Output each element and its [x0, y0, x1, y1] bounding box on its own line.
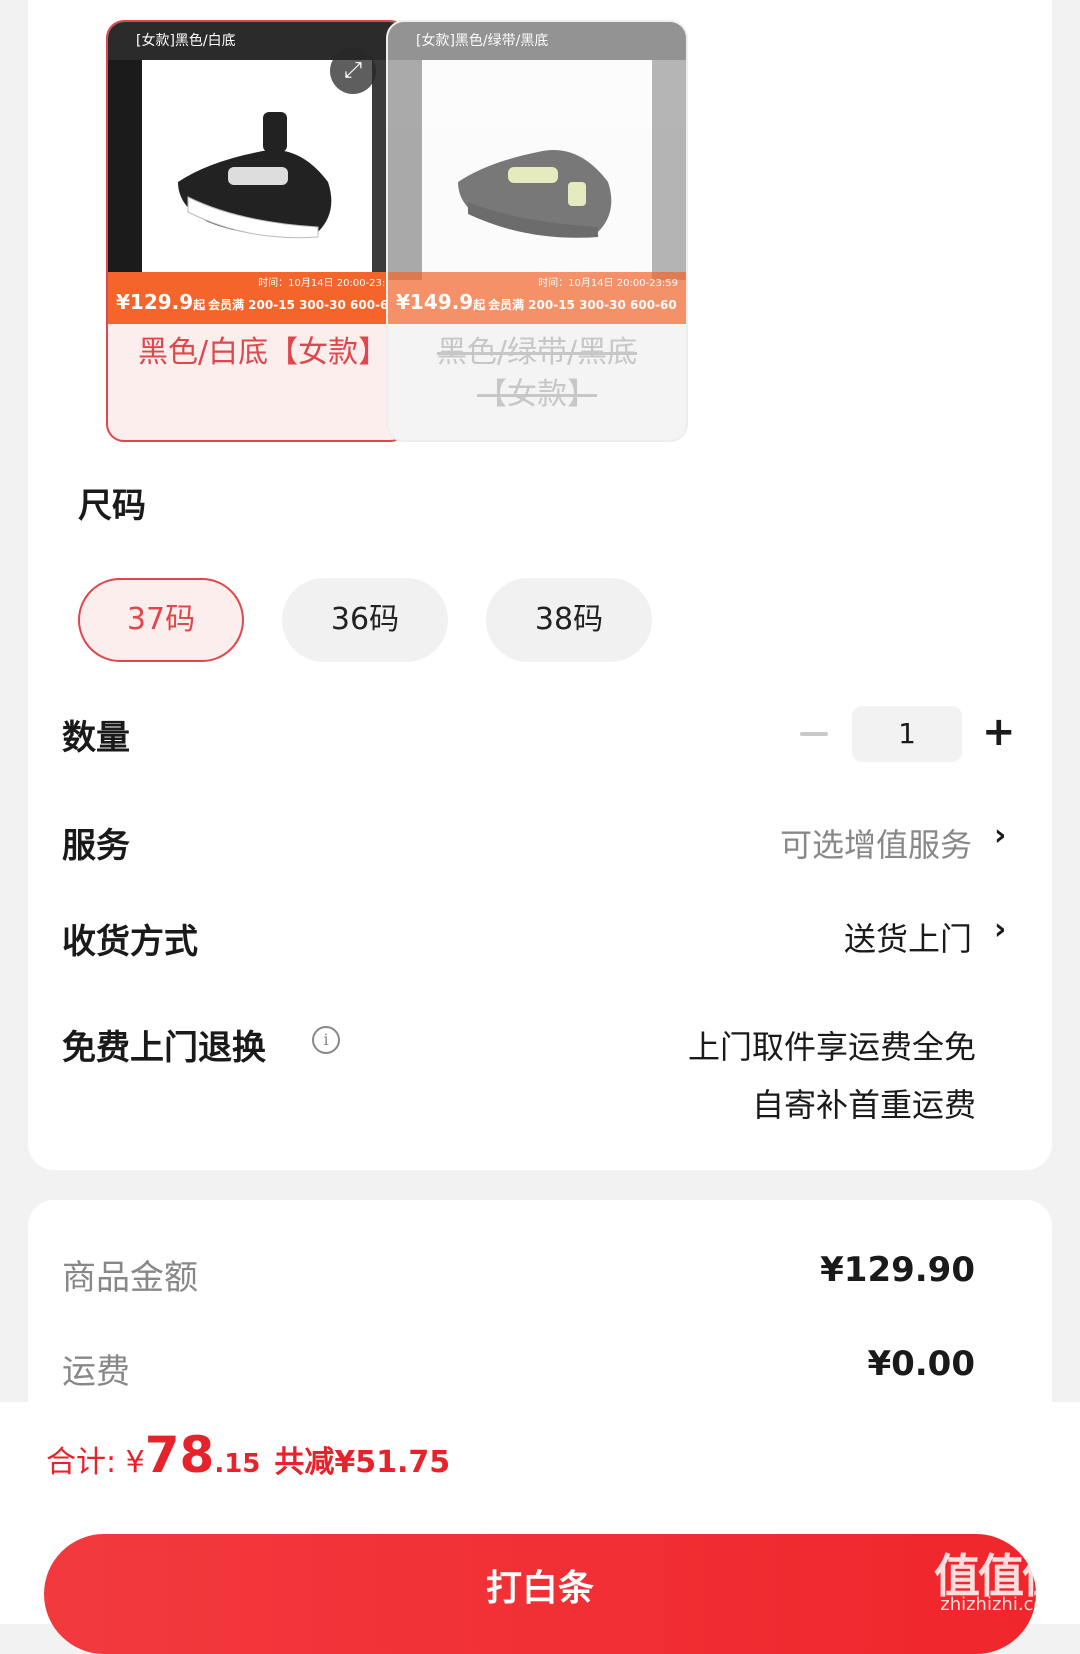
delivery-label: 收货方式 — [62, 922, 198, 962]
size-title: 尺码 — [78, 486, 146, 526]
chevron-right-icon[interactable]: › — [994, 912, 1006, 947]
expand-icon[interactable]: ⤢ — [330, 48, 376, 94]
size-option-37[interactable]: 37码 — [78, 578, 244, 662]
shipping-value: ¥0.00 — [867, 1344, 975, 1384]
sandal-image — [458, 150, 612, 238]
delivery-value[interactable]: 送货上门 — [844, 914, 972, 960]
checkout-bar: 合计: ¥78.15 共减¥51.75 打白条 值值值 zhizhizhi.com — [0, 1402, 1080, 1654]
free-return-line1: 上门取件享运费全免 — [687, 1028, 976, 1066]
pay-with-baitiao-button[interactable]: 打白条 — [44, 1534, 1036, 1654]
promo-note: 会员满 200-15 300-30 600-60 — [488, 298, 677, 312]
promo-time: 时间：10月14日 20:00-23:59 — [258, 278, 398, 289]
quantity-plus-button[interactable]: + — [982, 710, 1016, 754]
variant-black-white[interactable]: [女款]黑色/白底 ⤢ 时间：10月14日 20:00-23:59 ¥129.9… — [106, 20, 408, 442]
goods-amount-label: 商品金额 — [62, 1258, 198, 1298]
size-option-36[interactable]: 36码 — [282, 578, 448, 662]
watermark-url: zhizhizhi.com — [940, 1594, 1062, 1615]
chevron-right-icon[interactable]: › — [994, 818, 1006, 853]
size-option-38[interactable]: 38码 — [486, 578, 652, 662]
promo-time: 时间：10月14日 20:00-23:59 — [538, 278, 678, 289]
promo-note: 会员满 200-15 300-30 600-60 — [208, 298, 397, 312]
discount-total: 共减¥51.75 — [274, 1445, 451, 1480]
service-value[interactable]: 可选增值服务 — [780, 820, 972, 866]
free-return-label: 免费上门退换 — [62, 1028, 266, 1068]
promo-price: ¥149.9起 — [396, 290, 486, 314]
info-icon[interactable]: i — [312, 1026, 340, 1054]
promo-strip: 时间：10月14日 20:00-23:59 ¥149.9起 会员满 200-15… — [388, 272, 686, 324]
variant-tag: [女款]黑色/绿带/黑底 — [388, 22, 686, 60]
variant-label: 黑色/绿带/黑底【女款】 — [436, 335, 638, 412]
sandal-image — [178, 112, 332, 239]
free-return-line2: 自寄补首重运费 — [751, 1086, 976, 1124]
promo-strip: 时间：10月14日 20:00-23:59 ¥129.9起 会员满 200-15… — [108, 272, 406, 324]
total-price: 合计: ¥78.15 共减¥51.75 — [46, 1426, 451, 1484]
shipping-label: 运费 — [62, 1352, 130, 1392]
service-label: 服务 — [62, 826, 130, 866]
quantity-input[interactable]: 1 — [852, 706, 962, 762]
goods-amount-value: ¥129.90 — [820, 1250, 975, 1290]
variant-label: 黑色/白底【女款】 — [138, 335, 389, 370]
quantity-minus-button[interactable] — [800, 732, 828, 736]
variant-black-green[interactable]: [女款]黑色/绿带/黑底 时间：10月14日 20:00-23:59 ¥149.… — [386, 20, 688, 442]
promo-price: ¥129.9起 — [116, 290, 206, 314]
quantity-label: 数量 — [62, 718, 130, 758]
